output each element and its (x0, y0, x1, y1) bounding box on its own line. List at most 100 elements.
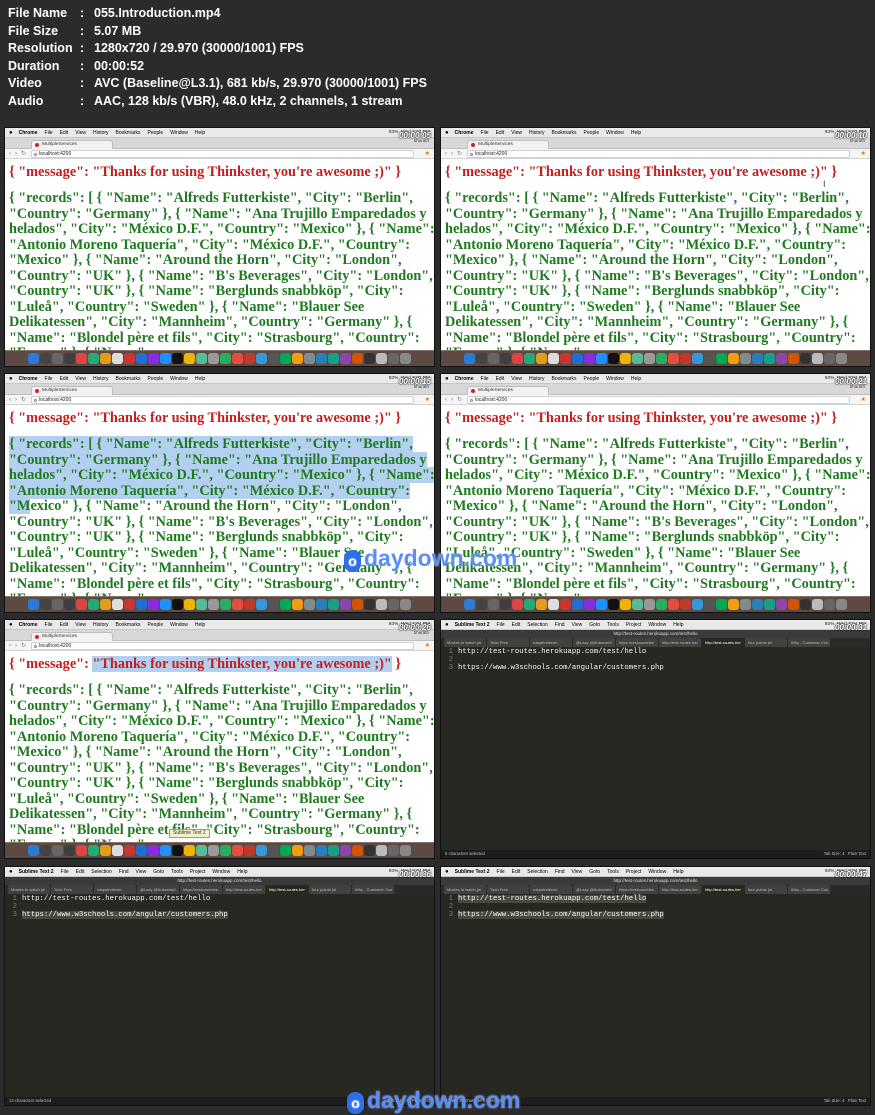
dock-app-icon[interactable] (136, 599, 147, 610)
dock-app-icon[interactable] (280, 599, 291, 610)
records-json[interactable]: { "records": [ { "Name": "Alfreds Futter… (9, 436, 434, 596)
dock-app-icon[interactable] (572, 353, 583, 364)
dock-app-icon[interactable] (740, 353, 751, 364)
code-area[interactable]: 1 http://test-routes.herokuapp.com/test/h… (441, 648, 870, 850)
dock-app-icon[interactable] (148, 599, 159, 610)
menu-item[interactable]: Help (195, 128, 205, 138)
url-field[interactable]: localhost:4200 (31, 150, 414, 158)
dock-app-icon[interactable] (124, 599, 135, 610)
dock-app-icon[interactable] (100, 845, 111, 856)
dock-app-icon[interactable] (112, 599, 123, 610)
editor-tab[interactable]: http://test-routes.her (659, 885, 701, 894)
editor-tab-active[interactable]: http://test-routes.her (266, 885, 308, 894)
dock-app-icon[interactable] (148, 353, 159, 364)
dock-app-icon[interactable] (500, 599, 511, 610)
dock-app-icon[interactable] (292, 353, 303, 364)
back-icon[interactable]: ‹ (445, 396, 447, 404)
dock-app-icon[interactable] (316, 599, 327, 610)
editor-tab[interactable]: https://restcountries (180, 885, 222, 894)
code-area[interactable]: 1 http://test-routes.herokuapp.com/test/h… (5, 895, 434, 1097)
dock-app-icon[interactable] (584, 353, 595, 364)
menu-item[interactable]: People (584, 374, 600, 384)
editor-tab[interactable]: Todo Free (51, 885, 93, 894)
editor-tab[interactable]: rdapetrelervin (530, 638, 572, 647)
dock-app-icon[interactable] (488, 599, 499, 610)
menu-item[interactable]: Window (170, 620, 188, 630)
apple-icon[interactable]: ● (445, 867, 449, 877)
editor-tab[interactable]: Movies to watch (ei (444, 638, 486, 647)
menu-item[interactable]: Edit (496, 374, 505, 384)
menu-item[interactable]: File (497, 620, 505, 630)
dock-app-icon[interactable] (172, 353, 183, 364)
dock-app-icon[interactable] (596, 353, 607, 364)
dock-app-icon[interactable] (400, 599, 411, 610)
dock-app-icon[interactable] (208, 845, 219, 856)
dock-app-icon[interactable] (136, 845, 147, 856)
menu-item[interactable]: Project (626, 867, 642, 877)
apple-icon[interactable]: ● (445, 374, 449, 384)
editor-tab[interactable]: Why - Customer Con (352, 885, 394, 894)
dock-app-icon[interactable] (476, 599, 487, 610)
editor-tab[interactable]: Todo Free (487, 885, 529, 894)
editor-tab[interactable]: http://test-routes.her (223, 885, 265, 894)
dock-app-icon[interactable] (632, 599, 643, 610)
menu-item[interactable]: Window (170, 374, 188, 384)
dock-app-icon[interactable] (172, 599, 183, 610)
menu-item[interactable]: Window (648, 867, 666, 877)
url-field[interactable]: localhost:4200 (31, 396, 414, 404)
dock-app-icon[interactable] (776, 353, 787, 364)
dock-app-icon[interactable] (244, 599, 255, 610)
editor-tab[interactable]: Why - Customer Con (788, 638, 830, 647)
reload-icon[interactable]: ↻ (21, 150, 26, 158)
star-icon[interactable]: ★ (861, 396, 866, 404)
dock-app-icon[interactable] (524, 599, 535, 610)
dock-app-icon[interactable] (280, 845, 291, 856)
dock-app-icon[interactable] (316, 353, 327, 364)
editor-tab[interactable]: four points (ei (745, 638, 787, 647)
dock-app-icon[interactable] (304, 845, 315, 856)
records-json[interactable]: { "records": [ { "Name": "Alfreds Futter… (9, 682, 434, 842)
menu-item[interactable]: Bookmarks (552, 374, 577, 384)
dock-app-icon[interactable] (764, 599, 775, 610)
dock-app-icon[interactable] (244, 353, 255, 364)
dock-app-icon[interactable] (560, 599, 571, 610)
syntax-mode[interactable]: Plain Text (848, 1098, 866, 1103)
editor-tab-active[interactable]: http://test-routes.her (702, 638, 744, 647)
dock-app-icon[interactable] (644, 353, 655, 364)
menu-app[interactable]: Chrome (455, 374, 474, 384)
dock-app-icon[interactable] (76, 599, 87, 610)
dock-app-icon[interactable] (268, 353, 279, 364)
dock-app-icon[interactable] (40, 845, 51, 856)
editor-tab[interactable]: four points (ei (745, 885, 787, 894)
dock-app-icon[interactable] (352, 845, 363, 856)
line-text[interactable]: http://test-routes.herokuapp.com/test/he… (458, 648, 646, 656)
menu-item[interactable]: Tools (171, 867, 183, 877)
menu-item[interactable]: Project (626, 620, 642, 630)
dock-app-icon[interactable] (548, 353, 559, 364)
editor-tab[interactable]: Movies to watch (ei (8, 885, 50, 894)
dock-app-icon[interactable] (668, 599, 679, 610)
editor-tab[interactable]: Movies to watch (ei (444, 885, 486, 894)
editor-tab-active[interactable]: http://test-routes.her (702, 885, 744, 894)
menu-app[interactable]: Chrome (19, 374, 38, 384)
reload-icon[interactable]: ↻ (21, 396, 26, 404)
menu-item[interactable]: Tools (607, 620, 619, 630)
dock-app-icon[interactable] (388, 599, 399, 610)
apple-icon[interactable]: ● (445, 128, 449, 138)
dock-app-icon[interactable] (136, 353, 147, 364)
dock-app-icon[interactable] (476, 353, 487, 364)
menu-item[interactable]: Selection (527, 620, 548, 630)
dock-app-icon[interactable] (716, 353, 727, 364)
dock-app-icon[interactable] (548, 599, 559, 610)
dock-app-icon[interactable] (524, 353, 535, 364)
dock-app-icon[interactable] (824, 599, 835, 610)
line-text-selected[interactable]: http://test-routes.herokuapp.com/test/he… (458, 895, 647, 903)
menu-item[interactable]: History (93, 128, 109, 138)
url-field[interactable]: localhost:4200 (31, 642, 414, 650)
tab-size[interactable]: Tab Size: 4 (824, 1098, 845, 1103)
dock-app-icon[interactable] (620, 353, 631, 364)
editor-tab[interactable]: rdapetrelervin (94, 885, 136, 894)
apple-icon[interactable]: ● (9, 128, 13, 138)
dock-app-icon[interactable] (800, 353, 811, 364)
dock-app-icon[interactable] (256, 353, 267, 364)
